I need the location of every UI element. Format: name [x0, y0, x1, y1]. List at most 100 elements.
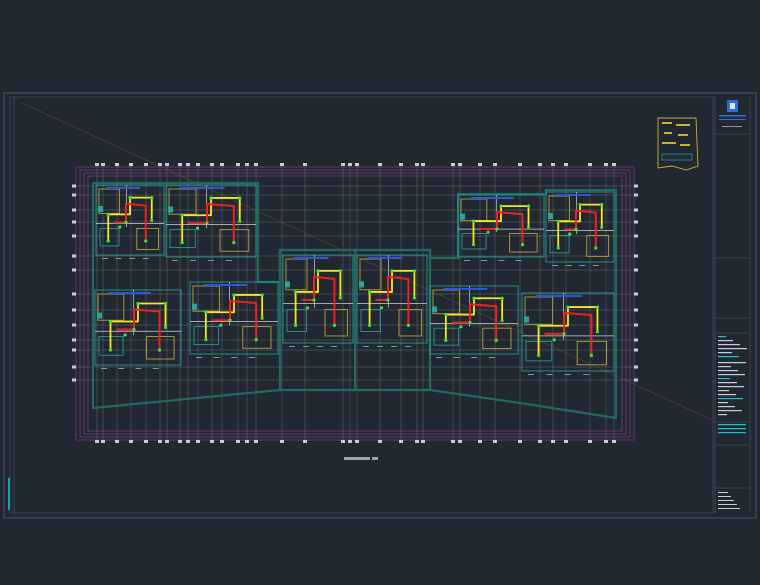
note-line — [718, 394, 736, 396]
axis-tag-bottom — [421, 440, 425, 443]
unit-outline — [95, 184, 165, 256]
valve-node — [238, 196, 242, 200]
axis-tag-top — [478, 163, 482, 166]
axis-tag-bottom — [538, 440, 542, 443]
axis-tag-top — [303, 163, 307, 166]
valve-node — [338, 269, 342, 273]
axis-tag-top — [220, 163, 224, 166]
annotation-mark — [115, 258, 122, 259]
annotation-mark — [498, 260, 505, 261]
axis-tag-right — [634, 220, 638, 224]
axis-tag-top — [588, 163, 592, 166]
axis-tag-left — [72, 308, 76, 312]
unit-outline — [282, 254, 354, 344]
note-line — [718, 492, 728, 493]
valve-node — [406, 323, 410, 327]
unit-outline — [165, 184, 257, 258]
axis-tag-bottom — [220, 440, 224, 443]
valve-node — [386, 298, 390, 302]
annotation-mark — [515, 260, 522, 261]
axis-tag-bottom — [280, 440, 284, 443]
note-line — [718, 390, 729, 392]
axis-tag-top — [196, 163, 200, 166]
valve-node — [150, 218, 154, 222]
room-outline — [136, 227, 160, 250]
valve-node — [500, 318, 504, 323]
valve-node — [499, 204, 503, 208]
apartment-unit — [356, 254, 428, 347]
annotation-mark — [488, 357, 495, 358]
valve-node — [566, 305, 570, 309]
axis-tag-top — [493, 163, 497, 166]
valve-node — [260, 293, 264, 297]
note-line — [718, 370, 738, 372]
axis-tag-right — [634, 208, 638, 212]
axis-tag-right — [634, 348, 638, 352]
fixture — [432, 306, 437, 313]
valve-node — [556, 219, 560, 223]
note-line — [718, 344, 740, 346]
annotation-mark — [391, 346, 397, 347]
valve-node — [495, 227, 499, 231]
annotation-mark — [552, 265, 558, 266]
axis-tag-bottom — [95, 440, 99, 443]
valve-node — [471, 219, 476, 223]
annotation-mark — [118, 368, 125, 369]
fixture — [535, 295, 582, 297]
note-line — [718, 362, 746, 364]
axis-tag-left — [72, 338, 76, 342]
axis-tag-top — [165, 163, 169, 166]
valve-node — [412, 269, 416, 273]
annotation-mark — [152, 368, 159, 369]
axis-tag-right — [634, 254, 638, 258]
annotation-mark — [213, 357, 220, 358]
axis-tag-top — [348, 163, 352, 166]
fixture — [443, 288, 488, 290]
valve-node — [574, 227, 578, 231]
axis-tag-bottom — [196, 440, 200, 443]
valve-node — [562, 332, 566, 336]
note-line — [718, 410, 742, 412]
note-line — [718, 340, 733, 342]
axis-tag-left — [72, 292, 76, 296]
axis-tag-top — [129, 163, 133, 166]
valve-node — [254, 338, 258, 342]
valve-node — [316, 269, 320, 273]
valve-node — [338, 296, 342, 300]
axis-tag-right — [634, 365, 638, 369]
axis-tag-bottom — [165, 440, 169, 443]
scale-bar — [344, 457, 378, 460]
valve-node — [106, 212, 110, 216]
unit-outline — [457, 194, 545, 258]
axis-tag-top — [399, 163, 403, 166]
axis-tag-bottom — [399, 440, 403, 443]
annotation-mark — [172, 260, 178, 261]
axis-tag-left — [72, 268, 76, 272]
valve-node — [260, 316, 264, 320]
valve-node — [494, 338, 498, 342]
annotation-mark — [579, 265, 586, 266]
valve-node — [108, 319, 113, 324]
valve-node — [600, 225, 604, 229]
note-line — [718, 386, 744, 388]
axis-tag-bottom — [129, 440, 133, 443]
valve-node — [124, 220, 128, 224]
fixture — [524, 316, 529, 323]
note-line — [718, 382, 737, 384]
cad-viewport[interactable] — [0, 0, 760, 585]
fixture — [179, 187, 225, 189]
valve-node — [468, 320, 472, 325]
axis-tag-right — [634, 308, 638, 312]
valve-node — [204, 310, 208, 314]
annotation-mark — [101, 368, 107, 369]
valve-node — [332, 323, 336, 327]
valve-node — [500, 296, 504, 300]
fixture — [97, 312, 102, 319]
valve-node — [368, 290, 372, 294]
axis-tag-bottom — [451, 440, 455, 443]
axis-tag-right — [634, 268, 638, 272]
axis-tag-top — [538, 163, 542, 166]
valve-node — [526, 225, 531, 229]
fixture — [203, 284, 248, 286]
valve-node — [106, 239, 110, 243]
